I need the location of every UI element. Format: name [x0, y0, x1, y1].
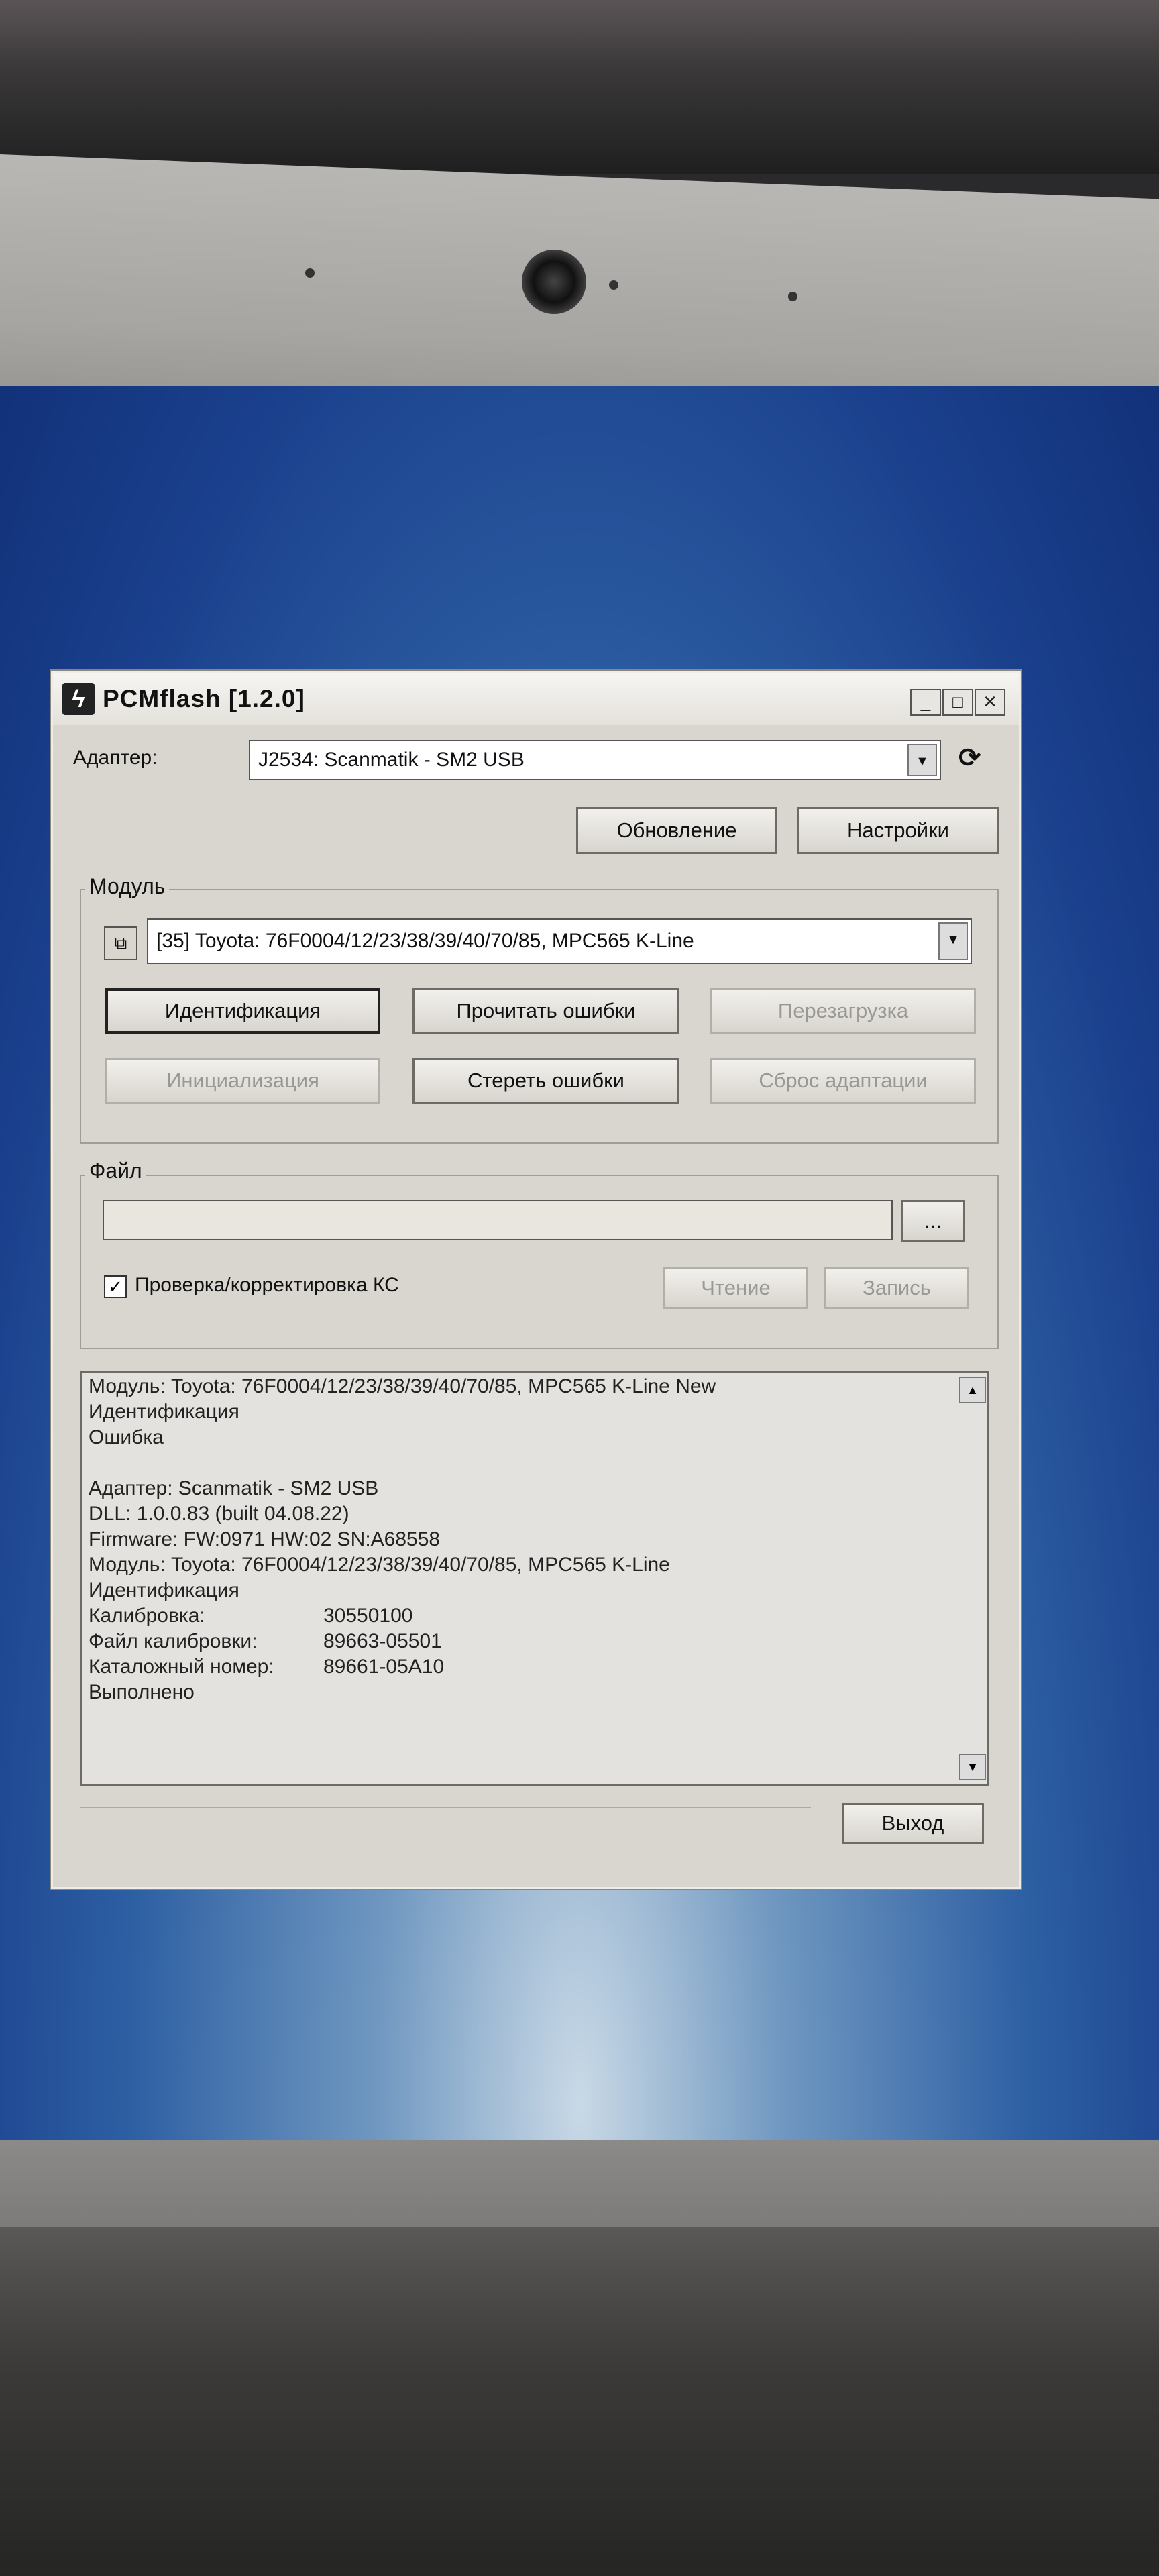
log-line: Идентификация [89, 1401, 239, 1423]
log-value: 89661-05A10 [323, 1656, 445, 1678]
log-panel[interactable]: Модуль: Toyota: 76F0004/12/23/38/39/40/7… [80, 1371, 989, 1786]
log-row: Калибровка: 30550100 [89, 1605, 981, 1630]
log-row: Файл калибровки: 89663-05501 [89, 1630, 981, 1656]
exit-button[interactable]: Выход [842, 1803, 984, 1844]
log-scrollbar[interactable]: ▲ ▼ [959, 1377, 986, 1780]
checksum-label: Проверка/корректировка КС [135, 1274, 399, 1296]
reboot-button[interactable]: Перезагрузка [710, 988, 976, 1034]
close-button[interactable]: ✕ [975, 689, 1005, 716]
update-button[interactable]: Обновление [576, 807, 777, 854]
scroll-up-icon[interactable]: ▲ [959, 1377, 986, 1403]
log-line: Firmware: FW:0971 HW:02 SN:A68558 [89, 1528, 441, 1550]
sensor-dot [305, 268, 315, 278]
sensor-dot [788, 292, 797, 301]
read-errors-button[interactable]: Прочитать ошибки [412, 988, 679, 1034]
init-button[interactable]: Инициализация [105, 1058, 380, 1104]
dropdown-arrow-icon[interactable]: ▼ [938, 922, 968, 960]
laptop-base [0, 2227, 1159, 2576]
dropdown-arrow-icon[interactable]: ▼ [907, 744, 937, 776]
scroll-down-icon[interactable]: ▼ [959, 1754, 986, 1780]
pcmflash-logo-icon: ϟ [62, 683, 95, 715]
laptop-bezel-bottom [0, 2140, 1159, 2241]
log-line: Идентификация [89, 1579, 239, 1601]
adapter-select[interactable]: J2534: Scanmatik - SM2 USB ▼ [249, 740, 941, 780]
file-path-input[interactable] [103, 1200, 893, 1240]
write-button[interactable]: Запись [824, 1267, 969, 1309]
title-bar[interactable]: ϟ PCMflash [1.2.0] _ □ ✕ [53, 673, 1019, 725]
sensor-dot [609, 280, 618, 290]
log-key: Каталожный номер: [89, 1656, 274, 1678]
identify-button[interactable]: Идентификация [105, 988, 380, 1034]
adapter-value: J2534: Scanmatik - SM2 USB [258, 749, 525, 771]
log-value: 89663-05501 [323, 1630, 442, 1652]
module-select[interactable]: [35] Toyota: 76F0004/12/23/38/39/40/70/8… [147, 918, 972, 964]
log-value: 30550100 [323, 1605, 413, 1627]
module-window-icon[interactable]: ⧉ [104, 926, 137, 960]
log-line: Модуль: Toyota: 76F0004/12/23/38/39/40/7… [89, 1375, 716, 1397]
browse-button[interactable]: ... [901, 1200, 965, 1242]
module-group-title: Модуль [85, 874, 170, 899]
log-key: Файл калибровки: [89, 1630, 258, 1652]
minimize-button[interactable]: _ [910, 689, 941, 716]
module-value: [35] Toyota: 76F0004/12/23/38/39/40/70/8… [156, 930, 694, 952]
window-controls: _ □ ✕ [910, 689, 1005, 716]
background-top [0, 0, 1159, 174]
window-title: PCMflash [1.2.0] [103, 685, 305, 712]
log-line: Ошибка [89, 1426, 164, 1448]
pcmflash-window: ϟ PCMflash [1.2.0] _ □ ✕ Адаптер: J2534:… [51, 671, 1021, 1889]
log-row: Каталожный номер: 89661-05A10 [89, 1656, 981, 1681]
refresh-icon[interactable]: ⟳ [958, 743, 981, 773]
log-line: DLL: 1.0.0.83 (built 04.08.22) [89, 1503, 349, 1525]
file-group-title: Файл [85, 1159, 146, 1183]
log-line: Выполнено [89, 1681, 195, 1703]
log-line: Модуль: Toyota: 76F0004/12/23/38/39/40/7… [89, 1554, 670, 1576]
maximize-button[interactable]: □ [942, 689, 973, 716]
status-bar [80, 1807, 811, 1811]
adapter-label: Адаптер: [73, 747, 158, 769]
webcam-icon [522, 250, 586, 314]
reset-adaptation-button[interactable]: Сброс адаптации [710, 1058, 976, 1104]
clear-errors-button[interactable]: Стереть ошибки [412, 1058, 679, 1104]
read-button[interactable]: Чтение [663, 1267, 808, 1309]
log-line: Адаптер: Scanmatik - SM2 USB [89, 1477, 379, 1499]
checksum-checkbox[interactable]: ✓ [104, 1275, 127, 1298]
settings-button[interactable]: Настройки [797, 807, 999, 854]
log-key: Калибровка: [89, 1605, 205, 1627]
